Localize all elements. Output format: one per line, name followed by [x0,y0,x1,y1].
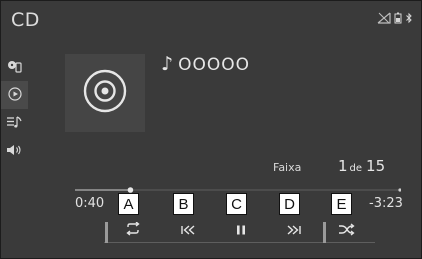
album-art [65,54,145,132]
track-title: ♪ OOOOO [161,53,250,75]
disc-icon [82,68,128,118]
callout-d: D [279,193,300,215]
track-title-text: OOOOO [178,55,251,75]
repeat-button[interactable] [104,219,162,243]
play-circle-icon [7,86,22,105]
battery-icon [394,9,402,28]
callout-a: A [118,193,139,215]
control-previous: B [159,193,217,245]
progress-thumb [127,187,134,193]
callout-b: B [173,193,194,215]
next-track-icon [286,221,302,240]
sidebar-item-playlist[interactable] [1,109,28,137]
sidebar-item-now-playing[interactable] [1,81,28,109]
previous-track-icon [180,221,196,240]
previous-track-button[interactable] [159,219,217,243]
sidebar [1,53,28,188]
control-separator-left [105,222,108,243]
track-label: Faixa [273,161,302,174]
track-counter: 1 de 15 [338,157,385,175]
volume-icon [6,142,23,161]
pause-button[interactable] [212,219,270,243]
playlist-icon [6,114,23,133]
progress-end-marker [398,188,401,192]
control-separator-right [323,222,326,243]
source-media-icon [7,58,23,77]
track-number: 1 [338,157,348,175]
callout-c: C [226,193,247,215]
next-track-button[interactable] [265,219,323,243]
music-note-icon: ♪ [161,53,175,75]
elapsed-time: 0:40 [75,196,105,211]
sidebar-item-source[interactable] [1,53,28,81]
screen-title: CD [11,9,40,31]
repeat-icon [125,221,141,240]
bluetooth-icon [405,9,413,28]
cd-player-screen: CD ♪ OOOOO Faixa 1 de 15 0:40 -3:23 A B … [0,0,422,259]
no-signal-icon [377,9,391,28]
track-of-label: de [349,163,363,174]
pause-icon [235,221,247,240]
control-pause: C [212,193,270,245]
control-next: D [265,193,323,245]
track-total: 15 [366,157,386,175]
control-repeat: A [104,193,162,245]
status-bar [377,9,413,28]
callout-e: E [331,193,352,215]
sidebar-item-volume[interactable] [1,137,28,165]
shuffle-icon [338,221,355,240]
